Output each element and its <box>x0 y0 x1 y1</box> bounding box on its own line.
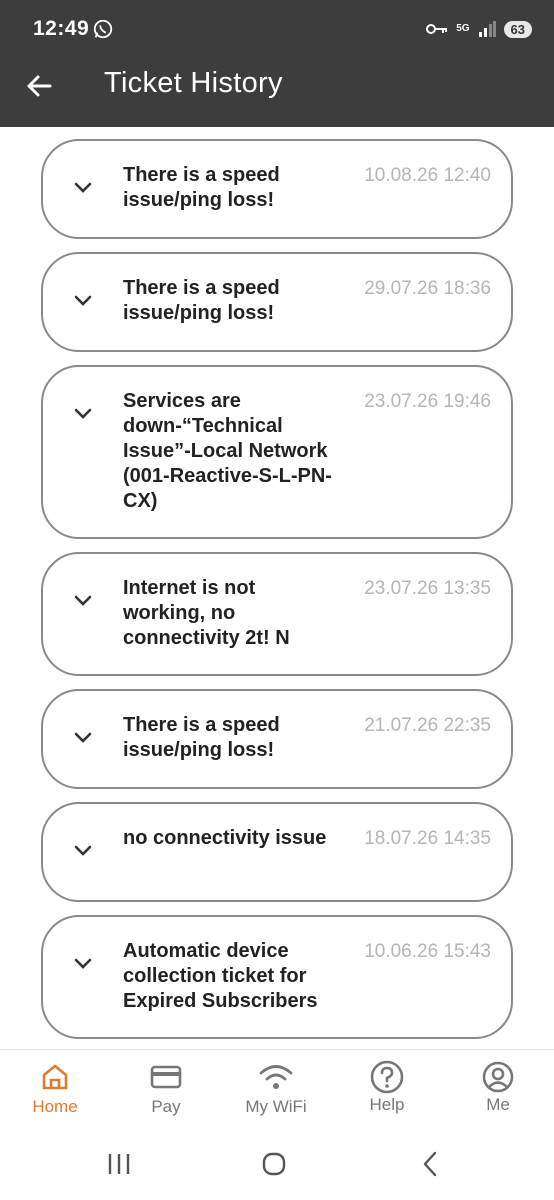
nav-label: Home <box>32 1097 78 1116</box>
chevron-down-icon[interactable] <box>73 407 93 421</box>
nav-label: Me <box>486 1095 510 1114</box>
ticket-description: Automatic device collection ticket for E… <box>123 940 318 1012</box>
ticket-description: There is a speed issue/ping loss! <box>123 164 280 211</box>
ticket-card[interactable]: Automatic device collection ticket for E… <box>41 915 513 1039</box>
ticket-card[interactable]: no connectivity issue 18.07.26 14:35 <box>41 802 513 902</box>
ticket-date: 29.07.26 18:36 <box>364 278 491 299</box>
ticket-description: There is a speed issue/ping loss! <box>123 277 280 324</box>
battery-level: 63 <box>503 20 532 38</box>
ticket-date: 21.07.26 22:35 <box>364 715 491 736</box>
app-header-bar: 12:49 5G 63 Ticket History <box>0 0 554 127</box>
wifi-icon <box>259 1065 293 1089</box>
nav-label: Help <box>369 1095 405 1114</box>
chevron-down-icon[interactable] <box>73 844 93 858</box>
ticket-date: 10.08.26 12:40 <box>364 165 491 186</box>
home-icon <box>42 1064 68 1090</box>
status-bar: 12:49 5G 63 <box>0 0 554 58</box>
status-time: 12:49 <box>33 17 90 40</box>
vpn-key-icon <box>426 24 448 34</box>
nav-pay[interactable]: Pay <box>116 1062 216 1117</box>
ticket-card[interactable]: There is a speed issue/ping loss! 21.07.… <box>41 689 513 789</box>
ticket-card[interactable]: Services are down-“Technical Issue”-Loca… <box>41 365 513 539</box>
ticket-card[interactable]: There is a speed issue/ping loss! 10.08.… <box>41 139 513 239</box>
network-type: 5G <box>456 23 470 34</box>
nav-label: Pay <box>151 1097 181 1116</box>
ticket-description: no connectivity issue <box>123 827 327 849</box>
nav-me[interactable]: Me <box>448 1061 548 1115</box>
nav-help[interactable]: Help <box>337 1060 437 1115</box>
nav-my-wifi[interactable]: My WiFi <box>226 1062 326 1117</box>
home-button-icon[interactable] <box>261 1151 287 1177</box>
ticket-description: Services are down-“Technical Issue”-Loca… <box>123 390 332 512</box>
back-button-icon[interactable] <box>418 1151 444 1177</box>
ticket-card[interactable]: There is a speed issue/ping loss! 29.07.… <box>41 252 513 352</box>
help-icon <box>370 1060 404 1094</box>
chevron-down-icon[interactable] <box>73 957 93 971</box>
nav-home[interactable]: Home <box>5 1062 105 1117</box>
app-header: Ticket History <box>0 58 554 127</box>
page-title: Ticket History <box>104 67 283 99</box>
system-nav-bar <box>0 1133 554 1200</box>
signal-icon <box>478 21 496 37</box>
nav-label: My WiFi <box>245 1097 307 1116</box>
whatsapp-icon <box>93 19 113 39</box>
ticket-list[interactable]: There is a speed issue/ping loss! 10.08.… <box>0 127 554 1047</box>
chevron-down-icon[interactable] <box>73 181 93 195</box>
ticket-date: 23.07.26 19:46 <box>364 391 491 412</box>
ticket-date: 18.07.26 14:35 <box>364 828 491 849</box>
recent-apps-icon[interactable] <box>106 1151 132 1177</box>
chevron-down-icon[interactable] <box>73 731 93 745</box>
ticket-date: 10.06.26 15:43 <box>364 941 491 962</box>
card-icon <box>150 1065 182 1089</box>
ticket-description: Internet is not working, no connectivity… <box>123 577 290 649</box>
bottom-nav: Home Pay My WiFi Help Me <box>0 1049 554 1133</box>
chevron-down-icon[interactable] <box>73 594 93 608</box>
back-arrow-icon[interactable] <box>24 70 56 102</box>
system-icons: 5G 63 <box>426 17 532 41</box>
profile-icon <box>482 1061 514 1093</box>
ticket-description: There is a speed issue/ping loss! <box>123 714 280 761</box>
ticket-card[interactable]: Internet is not working, no connectivity… <box>41 552 513 676</box>
chevron-down-icon[interactable] <box>73 294 93 308</box>
ticket-date: 23.07.26 13:35 <box>364 578 491 599</box>
